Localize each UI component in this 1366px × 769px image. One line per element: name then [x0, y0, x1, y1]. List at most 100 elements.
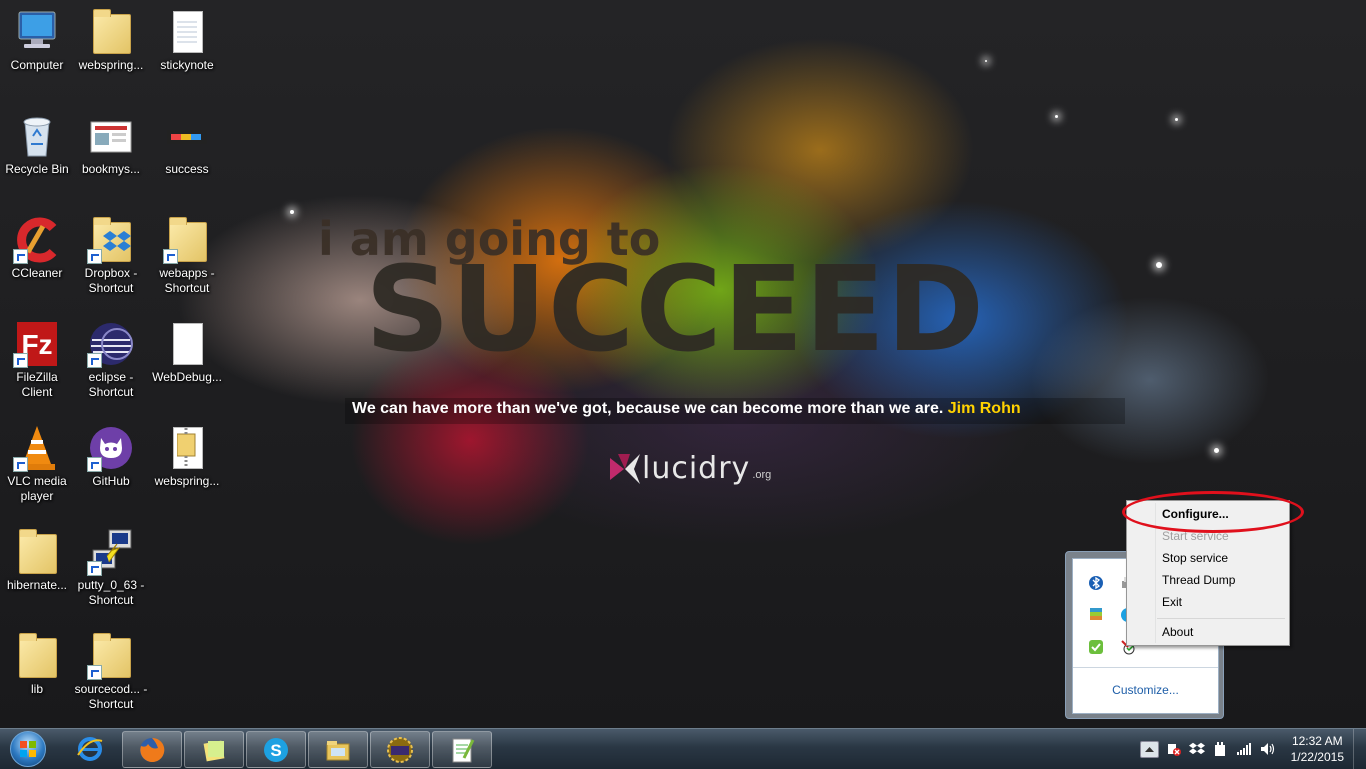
desktop-icon-webspring-folder[interactable]: webspring... — [74, 8, 148, 73]
desktop-icon-putty[interactable]: putty_0_63 - Shortcut — [74, 528, 148, 608]
show-desktop-button[interactable] — [1353, 729, 1366, 769]
desktop: i am going to SUCCEED We can have more t… — [0, 0, 1366, 728]
desktop-icon-eclipse[interactable]: eclipse - Shortcut — [74, 320, 148, 400]
taskbar-java-ee-ide[interactable] — [370, 731, 430, 768]
wallpaper-quote-author: Jim Rohn — [947, 400, 1021, 417]
computer-icon — [13, 8, 61, 56]
clock-time: 12:32 AM — [1291, 734, 1343, 748]
shortcut-arrow-icon — [87, 353, 102, 368]
desktop-icon-hibernate[interactable]: hibernate... — [0, 528, 74, 593]
folder-icon — [87, 8, 135, 56]
desktop-icon-label: success — [165, 162, 209, 176]
network-error-icon[interactable] — [1166, 741, 1182, 757]
desktop-icon-filezilla[interactable]: Fz FileZilla Client — [0, 320, 74, 400]
firefox-icon — [140, 737, 165, 762]
shortcut-arrow-icon — [13, 353, 28, 368]
eclipse-icon — [87, 320, 135, 368]
system-tray: 12:32 AM 1/22/2015 — [1126, 729, 1366, 769]
desktop-icon-computer[interactable]: Computer — [0, 8, 74, 73]
menu-item-thread-dump[interactable]: Thread Dump — [1129, 570, 1285, 591]
shortcut-arrow-icon — [13, 457, 28, 472]
windows-explorer-icon — [326, 740, 350, 760]
desktop-icon-label: hibernate... — [6, 578, 68, 592]
taskbar-sticky-notes[interactable] — [184, 731, 244, 768]
image-file-icon — [87, 112, 135, 160]
internet-explorer-icon — [77, 736, 103, 761]
customize-link[interactable]: Customize... — [1073, 683, 1218, 697]
lucidry-logo-suffix: .org — [752, 469, 772, 481]
wifi-signal-icon[interactable] — [1236, 741, 1252, 757]
desktop-icon-webapps[interactable]: webapps - Shortcut — [150, 216, 224, 296]
ccleaner-icon — [13, 216, 61, 264]
wallpaper-quote: We can have more than we've got, because… — [352, 400, 1021, 418]
folder-icon — [87, 632, 135, 680]
folder-icon — [163, 216, 211, 264]
desktop-icon-vlc[interactable]: VLC media player — [0, 424, 74, 504]
file-icon — [163, 320, 211, 368]
shortcut-arrow-icon — [13, 249, 28, 264]
wallpaper-headline-large: SUCCEED — [365, 240, 986, 378]
star-sparkle — [985, 60, 987, 62]
taskbar-clock[interactable]: 12:32 AM 1/22/2015 — [1291, 733, 1344, 765]
desktop-icon-label: Computer — [10, 58, 64, 72]
desktop-icon-bookmys[interactable]: bookmys... — [74, 112, 148, 177]
desktop-icon-webspring-zip[interactable]: webspring... — [150, 424, 224, 489]
desktop-icon-label: sourcecod... - Shortcut — [74, 682, 148, 711]
desktop-icon-recycle-bin[interactable]: Recycle Bin — [0, 112, 74, 177]
desktop-icon-label: webspring... — [78, 58, 144, 72]
desktop-icon-dropbox[interactable]: Dropbox - Shortcut — [74, 216, 148, 296]
lucidry-mark-icon — [610, 454, 640, 484]
windows-logo-icon — [10, 731, 46, 767]
image-file-icon — [163, 112, 211, 160]
sync-check-icon[interactable] — [1088, 639, 1104, 655]
desktop-icon-label: VLC media player — [7, 474, 67, 503]
shortcut-arrow-icon — [163, 249, 178, 264]
taskbar-notepad-plus-plus[interactable] — [432, 731, 492, 768]
desktop-icon-label: webspring... — [154, 474, 220, 488]
clock-date: 1/22/2015 — [1290, 750, 1344, 764]
dropbox-tray-icon[interactable] — [1189, 741, 1205, 757]
menu-separator — [1157, 618, 1285, 619]
desktop-icon-ccleaner[interactable]: CCleaner — [0, 216, 74, 281]
desktop-icon-label: Recycle Bin — [5, 162, 69, 176]
lucidry-logo: lucidry .org — [608, 450, 771, 486]
taskbar-windows-explorer[interactable] — [308, 731, 368, 768]
desktop-icon-lib[interactable]: lib — [0, 632, 74, 697]
start-button[interactable] — [4, 730, 52, 768]
highlight-ring-annotation — [1122, 491, 1304, 533]
desktop-icon-label: putty_0_63 - Shortcut — [77, 578, 145, 607]
desktop-icon-github[interactable]: GitHub — [74, 424, 148, 489]
skype-icon: S — [264, 737, 288, 762]
desktop-icon-label: lib — [30, 682, 43, 696]
menu-item-stop-service[interactable]: Stop service — [1129, 548, 1285, 569]
desktop-icon-webdebug[interactable]: WebDebug... — [150, 320, 224, 385]
desktop-icon-stickynote[interactable]: stickynote — [150, 8, 224, 73]
java-ee-ide-icon — [387, 736, 413, 763]
desktop-icon-sourcecode[interactable]: sourcecod... - Shortcut — [74, 632, 148, 712]
menu-item-exit[interactable]: Exit — [1129, 592, 1285, 613]
desktop-icon-label: bookmys... — [81, 162, 141, 176]
shortcut-arrow-icon — [87, 249, 102, 264]
volume-icon[interactable] — [1260, 741, 1276, 757]
dropbox-icon — [87, 216, 135, 264]
menu-item-about[interactable]: About — [1129, 622, 1285, 643]
desktop-icon-label: FileZilla Client — [16, 370, 58, 399]
shortcut-arrow-icon — [87, 665, 102, 680]
lucidry-logo-text: lucidry — [642, 451, 751, 486]
taskbar-internet-explorer[interactable] — [61, 731, 119, 766]
bluestacks-icon[interactable] — [1088, 607, 1104, 623]
taskbar-skype[interactable]: S — [246, 731, 306, 768]
taskbar-firefox[interactable] — [122, 731, 182, 768]
battery-power-icon[interactable] — [1212, 741, 1228, 757]
star-sparkle — [1175, 118, 1178, 121]
vlc-icon — [13, 424, 61, 472]
recycle-bin-icon — [13, 112, 61, 160]
shortcut-arrow-icon — [87, 457, 102, 472]
folder-icon — [13, 632, 61, 680]
desktop-icon-success[interactable]: success — [150, 112, 224, 177]
desktop-icon-label: GitHub — [92, 474, 130, 488]
star-sparkle — [290, 210, 294, 214]
show-hidden-icons-button[interactable] — [1140, 741, 1159, 758]
svg-text:S: S — [270, 741, 281, 760]
bluetooth-icon[interactable] — [1088, 575, 1104, 591]
